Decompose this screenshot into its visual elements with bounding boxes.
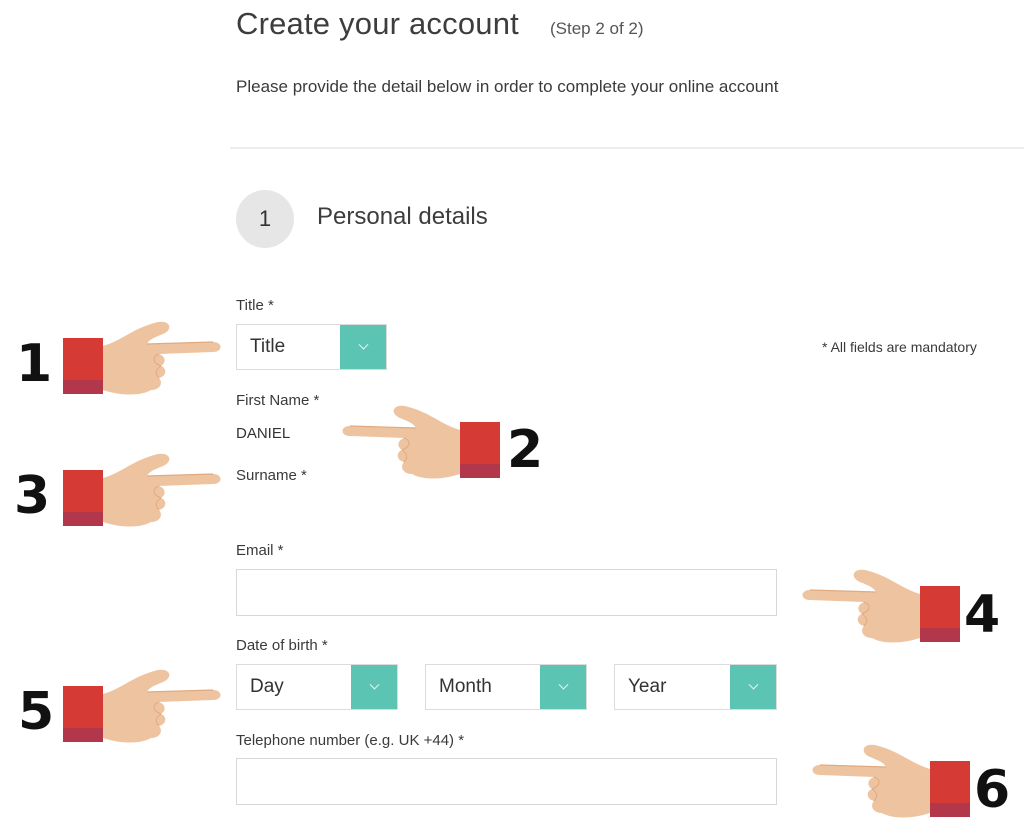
email-label: Email * — [236, 542, 284, 559]
header-divider — [230, 147, 1024, 149]
chevron-down-icon — [748, 679, 758, 690]
section-title: Personal details — [317, 203, 488, 230]
section-number-badge: 1 — [236, 190, 294, 248]
telephone-input[interactable] — [236, 758, 777, 805]
dob-label: Date of birth * — [236, 637, 328, 654]
page-subtitle: Please provide the detail below in order… — [236, 77, 779, 96]
annotation-number-1: 1 — [16, 334, 53, 394]
chevron-down-icon — [358, 339, 368, 350]
dob-month-select[interactable]: Month — [425, 664, 587, 710]
pointing-hand-icon — [63, 321, 222, 396]
dob-year-dropdown-button[interactable] — [730, 665, 776, 709]
annotation-number-2: 2 — [507, 420, 544, 480]
title-label: Title * — [236, 297, 274, 314]
telephone-label: Telephone number (e.g. UK +44) * — [236, 732, 465, 749]
dob-year-select[interactable]: Year — [614, 664, 777, 710]
pointing-hand-icon — [63, 453, 222, 528]
annotation-number-6: 6 — [974, 760, 1011, 820]
chevron-down-icon — [369, 679, 379, 690]
email-input[interactable] — [236, 569, 777, 616]
first-name-value: DANIEL — [236, 425, 291, 442]
annotation-number-3: 3 — [14, 466, 51, 526]
chevron-down-icon — [558, 679, 568, 690]
pointing-hand-icon — [341, 405, 500, 480]
annotation-number-4: 4 — [964, 585, 1001, 645]
pointing-hand-icon — [811, 744, 970, 819]
dob-year-value: Year — [628, 676, 667, 697]
page-title: Create your account — [236, 6, 519, 41]
title-select-value: Title — [250, 336, 286, 357]
surname-label: Surname * — [236, 467, 307, 484]
surname-value — [236, 495, 436, 513]
step-indicator: (Step 2 of 2) — [550, 19, 644, 38]
first-name-label: First Name * — [236, 392, 320, 409]
title-dropdown-button[interactable] — [340, 325, 386, 369]
dob-day-dropdown-button[interactable] — [351, 665, 397, 709]
pointing-hand-icon — [801, 569, 960, 644]
pointing-hand-icon — [63, 669, 222, 744]
dob-day-select[interactable]: Day — [236, 664, 398, 710]
mandatory-note: * All fields are mandatory — [822, 339, 977, 355]
title-select[interactable]: Title — [236, 324, 387, 370]
annotation-number-5: 5 — [18, 682, 55, 742]
dob-day-value: Day — [250, 676, 284, 697]
dob-month-value: Month — [439, 676, 492, 697]
dob-month-dropdown-button[interactable] — [540, 665, 586, 709]
